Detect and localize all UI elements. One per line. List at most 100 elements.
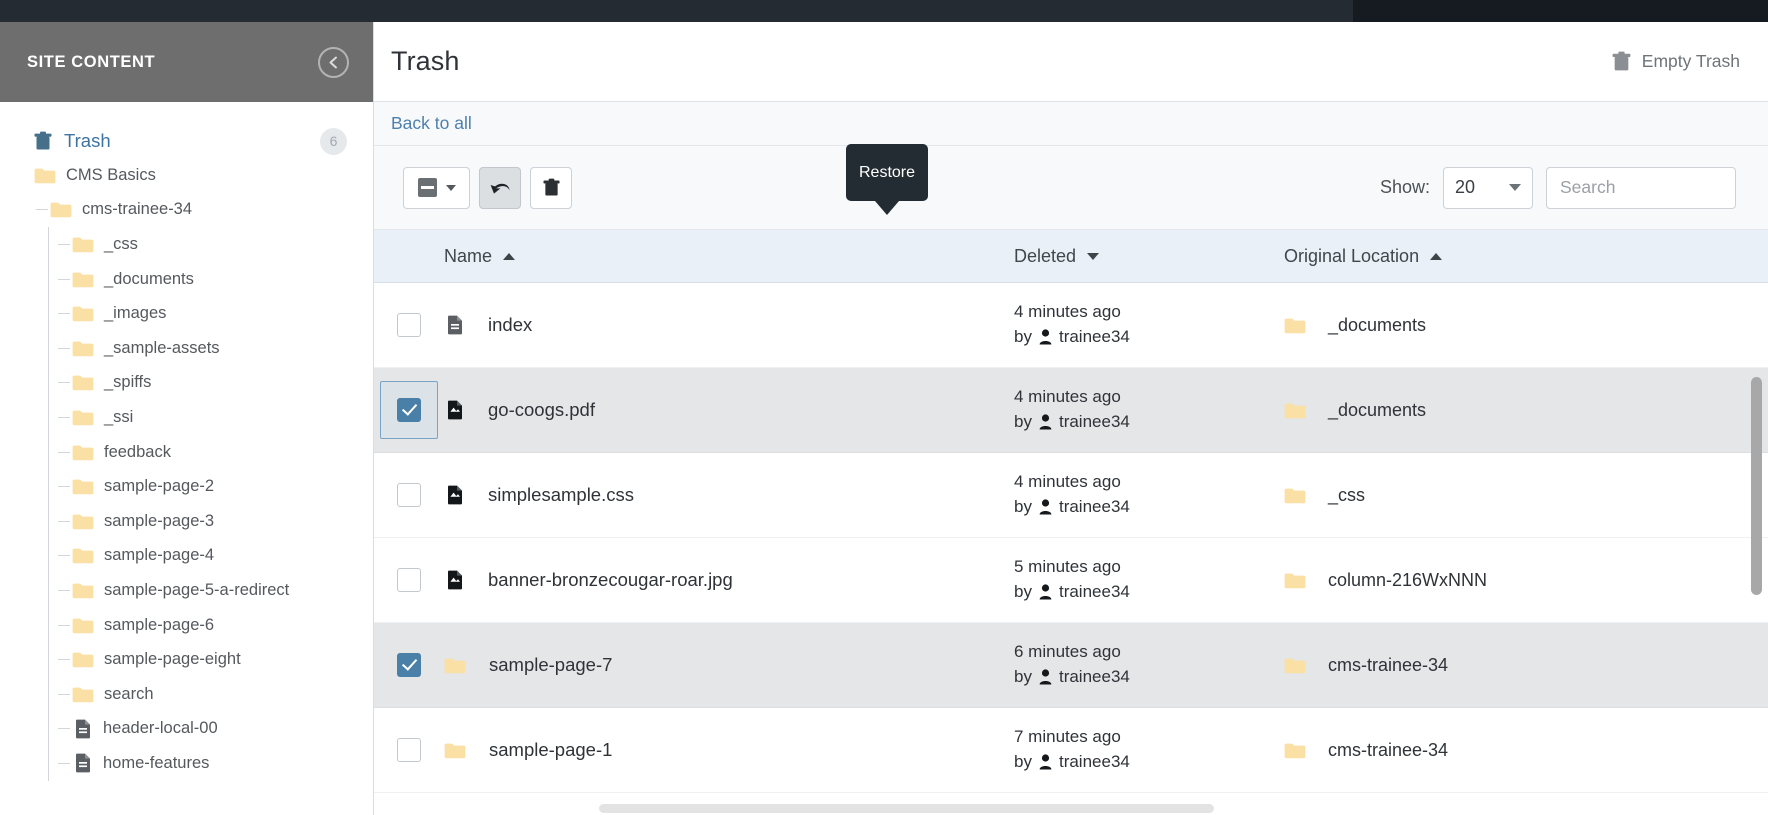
- row-checkbox[interactable]: [397, 398, 421, 422]
- folder-icon: [444, 657, 476, 674]
- folder-icon: [72, 305, 104, 322]
- sidebar-item-label: sample-page-5-a-redirect: [104, 580, 290, 599]
- breadcrumb-bar: Back to all: [374, 102, 1768, 146]
- horizontal-scrollbar-thumb[interactable]: [599, 804, 1214, 813]
- folder-icon: [34, 167, 66, 184]
- sidebar-item-label: sample-page-2: [104, 477, 215, 496]
- sidebar-item-home-features[interactable]: home-features: [0, 746, 373, 781]
- row-name-cell[interactable]: sample-page-1: [444, 739, 1014, 761]
- row-checkbox[interactable]: [397, 313, 421, 337]
- sidebar-item-sample-page-eight[interactable]: sample-page-eight: [0, 642, 373, 677]
- column-header-location[interactable]: Original Location: [1284, 246, 1704, 267]
- sidebar-item-images[interactable]: _images: [0, 296, 373, 331]
- row-checkbox-cell: [374, 313, 444, 337]
- back-to-all-link[interactable]: Back to all: [391, 113, 472, 134]
- restore-button[interactable]: [479, 166, 521, 209]
- table-row[interactable]: simplesample.css 4 minutes ago by trainee34…: [374, 453, 1768, 538]
- empty-trash-button[interactable]: Empty Trash: [1612, 51, 1740, 72]
- select-all-dropdown-button[interactable]: [403, 166, 470, 209]
- chevron-left-circle-icon[interactable]: [318, 46, 349, 78]
- sidebar-item-label: _sample-assets: [104, 338, 220, 357]
- sidebar-item-label: search: [104, 684, 154, 703]
- sidebar-item-header-local-00[interactable]: header-local-00: [0, 711, 373, 747]
- sidebar-item-documents[interactable]: _documents: [0, 261, 373, 297]
- folder-icon: [72, 236, 104, 253]
- folder-icon: [72, 444, 104, 461]
- tree-connector: [58, 659, 70, 661]
- sidebar-item-sample-page-2[interactable]: sample-page-2: [0, 469, 373, 504]
- column-header-deleted-label: Deleted: [1014, 245, 1077, 266]
- sidebar-item-label: _spiffs: [104, 373, 152, 392]
- table-row[interactable]: banner-bronzecougar-roar.jpg 5 minutes ag…: [374, 538, 1768, 623]
- media-file-icon: [444, 570, 475, 590]
- row-deleted-by-user: trainee34: [1058, 497, 1130, 516]
- column-header-deleted[interactable]: Deleted: [1014, 246, 1284, 267]
- folder-icon: [72, 617, 104, 634]
- table-row[interactable]: index 4 minutes ago by trainee34 _documents: [374, 283, 1768, 368]
- sidebar-item-cms-trainee-34[interactable]: cms-trainee-34: [0, 193, 373, 228]
- folder-icon: [72, 686, 104, 703]
- row-deleted-time: 6 minutes ago: [1014, 642, 1121, 662]
- sidebar-item-trash[interactable]: Trash 6: [0, 124, 373, 158]
- search-input[interactable]: [1560, 177, 1722, 198]
- sidebar-title: SITE CONTENT: [27, 52, 156, 71]
- row-checkbox[interactable]: [397, 653, 421, 677]
- sidebar-item-sample-page-5-a-redirect[interactable]: sample-page-5-a-redirect: [0, 573, 373, 608]
- restore-tooltip: Restore: [846, 144, 928, 201]
- row-name-cell[interactable]: sample-page-7: [444, 654, 1014, 676]
- vertical-scrollbar-thumb[interactable]: [1751, 377, 1762, 595]
- row-deleted-time: 5 minutes ago: [1014, 557, 1121, 577]
- tree-guide-line: [48, 746, 49, 781]
- row-checkbox-cell: [374, 483, 444, 507]
- horizontal-scrollbar[interactable]: [374, 802, 1754, 815]
- row-deleted-by-prefix: by: [1014, 582, 1032, 601]
- page-size-select[interactable]: 20: [1443, 166, 1533, 209]
- row-checkbox[interactable]: [397, 738, 421, 762]
- sidebar-item-sample-assets[interactable]: _sample-assets: [0, 330, 373, 366]
- sidebar-item-sample-page-6[interactable]: sample-page-6: [0, 607, 373, 643]
- user-icon: [1039, 754, 1052, 770]
- folder-icon: [1284, 572, 1316, 589]
- tree-guide-line: [48, 261, 49, 297]
- table-row[interactable]: go-coogs.pdf 4 minutes ago by trainee34 _doc…: [374, 368, 1768, 453]
- row-name-cell[interactable]: banner-bronzecougar-roar.jpg: [444, 569, 1014, 591]
- sidebar-item-label: sample-page-eight: [104, 650, 241, 669]
- table-row[interactable]: sample-page-7 6 minutes ago by trainee34 cms…: [374, 623, 1768, 708]
- sidebar-item-search[interactable]: search: [0, 676, 373, 712]
- trash-count-badge: 6: [320, 127, 347, 155]
- row-checkbox[interactable]: [397, 483, 421, 507]
- trash-icon: [1612, 51, 1631, 72]
- sidebar-item-sample-page-3[interactable]: sample-page-3: [0, 503, 373, 539]
- search-box[interactable]: [1546, 166, 1736, 209]
- vertical-scrollbar[interactable]: [1751, 377, 1762, 815]
- row-location-label: cms-trainee-34: [1328, 654, 1449, 675]
- row-deleted-cell: 4 minutes ago by trainee34: [1014, 300, 1284, 349]
- row-location-label: cms-trainee-34: [1328, 739, 1449, 760]
- sidebar-item-cms-basics[interactable]: CMS Basics: [0, 158, 373, 193]
- tree-connector: [58, 589, 70, 591]
- row-checkbox[interactable]: [397, 568, 421, 592]
- column-header-name[interactable]: Name: [444, 246, 1014, 267]
- row-name-cell[interactable]: simplesample.css: [444, 484, 1014, 506]
- delete-permanently-button[interactable]: [530, 166, 572, 209]
- tree-guide-line: [48, 365, 49, 401]
- row-deleted-by: by trainee34: [1014, 495, 1284, 520]
- tree-connector: [58, 243, 70, 245]
- row-name-cell[interactable]: index: [444, 314, 1014, 336]
- sort-ascending-icon: [503, 252, 516, 260]
- sidebar-item-spiffs[interactable]: _spiffs: [0, 365, 373, 401]
- row-name-cell[interactable]: go-coogs.pdf: [444, 399, 1014, 421]
- sidebar-item-ssi[interactable]: _ssi: [0, 400, 373, 435]
- row-deleted-cell: 6 minutes ago by trainee34: [1014, 640, 1284, 689]
- tree-guide-line: [48, 573, 49, 608]
- folder-icon: [1284, 402, 1316, 419]
- row-name-label: index: [488, 314, 533, 335]
- sidebar-item-feedback[interactable]: feedback: [0, 434, 373, 470]
- tree-guide-line: [48, 503, 49, 539]
- sidebar-item-css[interactable]: _css: [0, 227, 373, 262]
- folder-icon: [72, 271, 104, 288]
- table-row[interactable]: sample-page-1 7 minutes ago by trainee34 cms…: [374, 708, 1768, 793]
- row-deleted-by-user: trainee34: [1058, 412, 1130, 431]
- row-checkbox-cell: [374, 568, 444, 592]
- sidebar-item-sample-page-4[interactable]: sample-page-4: [0, 538, 373, 574]
